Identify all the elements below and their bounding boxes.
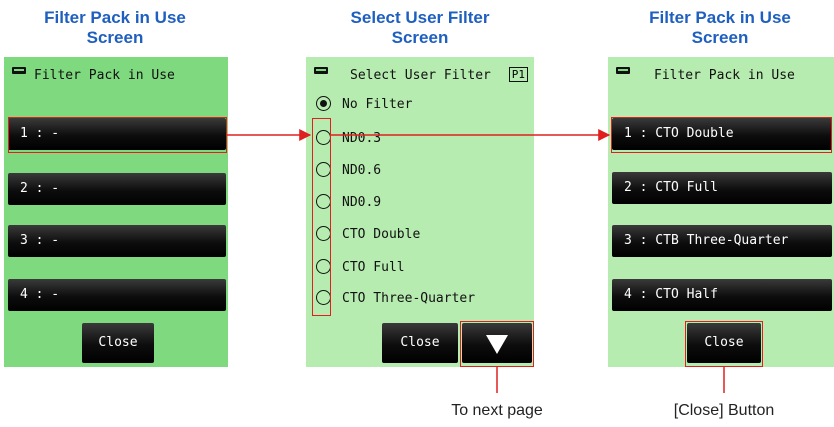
caption-next-page: To next page xyxy=(451,402,543,419)
connector-overlay xyxy=(227,129,725,393)
caption-close-button: [Close] Button xyxy=(673,402,775,419)
